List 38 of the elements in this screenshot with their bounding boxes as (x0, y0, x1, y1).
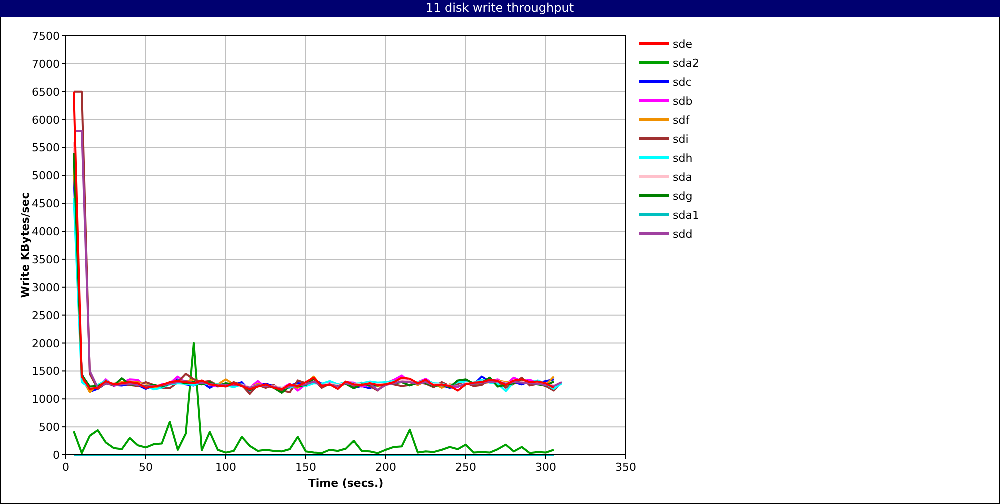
tick-label: 300 (536, 461, 556, 474)
legend-label: sdf (673, 114, 690, 127)
tick-label: 350 (616, 461, 636, 474)
tick-label: 200 (376, 461, 396, 474)
legend-label: sdc (673, 76, 692, 89)
legend-label: sdi (673, 133, 689, 146)
tick-label: 50 (139, 461, 153, 474)
legend-label: sda2 (673, 57, 700, 70)
legend-label: sde (673, 38, 692, 51)
tick-label: 250 (456, 461, 476, 474)
tick-label: 6000 (32, 114, 60, 127)
tick-label: 0 (62, 461, 70, 474)
legend-label: sdb (673, 95, 693, 108)
tick-label: 500 (39, 421, 60, 434)
y-axis-label: Write KBytes/sec (19, 192, 32, 298)
legend-label: sdd (673, 228, 693, 241)
tick-label: 0 (53, 449, 60, 462)
tick-label: 4000 (32, 226, 60, 239)
legend-label: sdh (673, 152, 693, 165)
tick-label: 5500 (32, 142, 60, 155)
tick-label: 4500 (32, 198, 60, 211)
tick-label: 1000 (32, 393, 60, 406)
window-title: 11 disk write throughput (0, 0, 1000, 17)
tick-label: 7500 (32, 30, 60, 43)
tick-label: 2500 (32, 309, 60, 322)
tick-label: 2000 (32, 337, 60, 350)
tick-label: 1500 (32, 365, 60, 378)
x-axis-label: Time (secs.) (308, 477, 384, 490)
legend-label: sdg (673, 190, 693, 203)
tick-label: 7000 (32, 58, 60, 71)
tick-label: 150 (296, 461, 316, 474)
tick-label: 3500 (32, 253, 60, 266)
tick-label: 5000 (32, 170, 60, 183)
legend-label: sda1 (673, 209, 700, 222)
tick-label: 3000 (32, 281, 60, 294)
tick-label: 6500 (32, 86, 60, 99)
legend-label: sda (673, 171, 692, 184)
tick-label: 100 (216, 461, 236, 474)
